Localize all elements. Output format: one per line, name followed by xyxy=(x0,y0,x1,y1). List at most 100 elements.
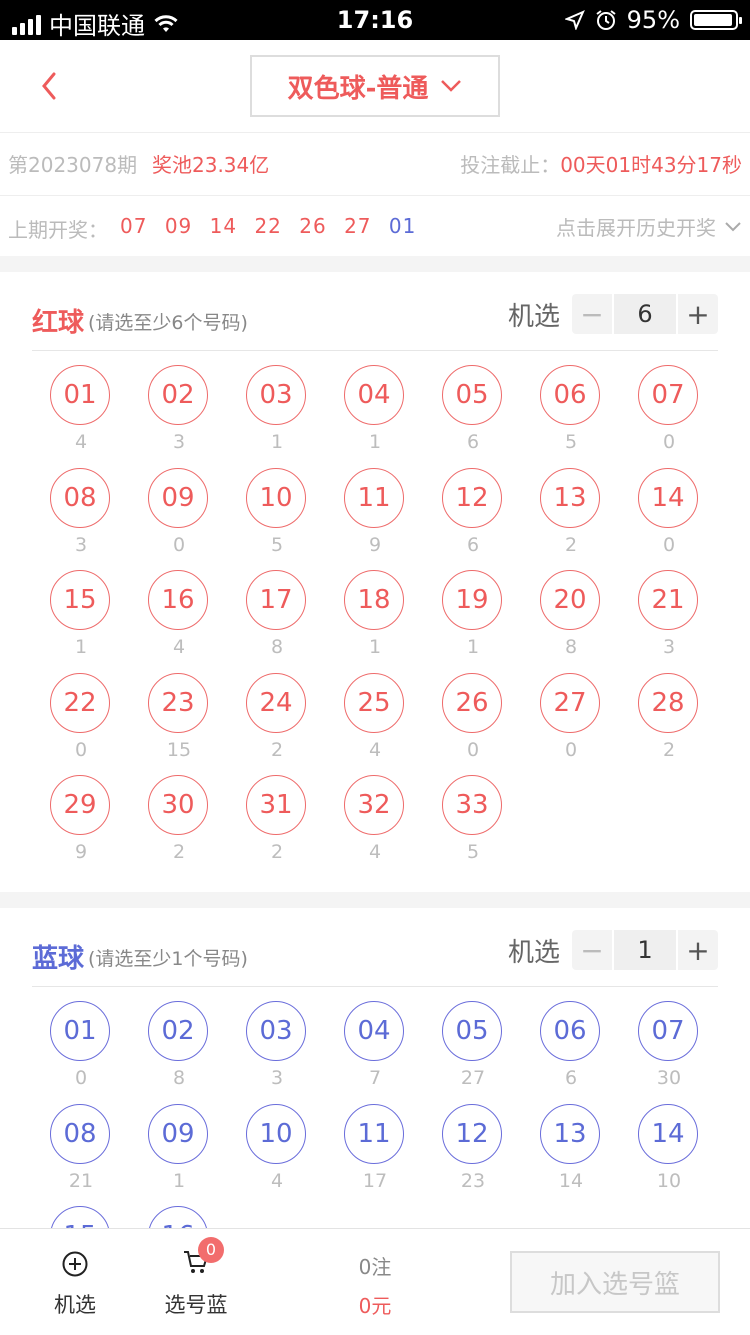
chevron-down-icon xyxy=(441,80,462,92)
red-ball[interactable]: 30 xyxy=(148,775,208,835)
blue-ball-miss-count: 17 xyxy=(362,1169,388,1192)
red-ball[interactable]: 06 xyxy=(540,365,600,425)
blue-ball[interactable]: 07 xyxy=(638,1001,698,1061)
red-ball-miss-count: 1 xyxy=(368,636,382,658)
red-ball[interactable]: 08 xyxy=(50,467,110,528)
red-ball[interactable]: 23 xyxy=(148,672,208,733)
blue-ball-miss-count: 7 xyxy=(368,1067,382,1089)
red-count-value[interactable]: 6 xyxy=(612,294,678,334)
lottery-type-selector[interactable]: 双色球-普通 xyxy=(250,55,500,117)
red-ball[interactable]: 26 xyxy=(442,672,502,733)
blue-ball[interactable]: 13 xyxy=(540,1103,600,1164)
blue-ball-miss-count: 1 xyxy=(172,1169,186,1192)
add-to-basket-button[interactable]: 加入选号篮 xyxy=(510,1251,720,1313)
plus-circle-icon xyxy=(62,1251,88,1277)
red-ball[interactable]: 15 xyxy=(50,570,110,630)
red-ball[interactable]: 14 xyxy=(638,467,698,528)
last-red-number: 27 xyxy=(344,214,372,238)
red-ball[interactable]: 09 xyxy=(148,467,208,528)
blue-ball-cell: 06 6 xyxy=(522,1001,620,1104)
red-ball-miss-count: 4 xyxy=(74,431,88,453)
blue-ball-header: 蓝球 (请选至少1个号码) 机选 − 1 + xyxy=(32,920,718,987)
blue-ball-miss-count: 4 xyxy=(270,1169,284,1192)
red-ball[interactable]: 16 xyxy=(148,570,208,630)
red-ball-cell: 31 2 xyxy=(228,775,326,878)
red-ball[interactable]: 33 xyxy=(442,775,502,835)
last-red-number: 26 xyxy=(299,214,327,238)
red-ball[interactable]: 13 xyxy=(540,467,600,528)
alarm-icon xyxy=(596,10,616,30)
blue-ball[interactable]: 05 xyxy=(442,1001,502,1061)
red-ball-cell: 07 0 xyxy=(620,365,718,468)
blue-ball[interactable]: 04 xyxy=(344,1001,404,1061)
red-ball-grid: 01 4 02 3 03 1 04 1 05 6 06 5 07 0 08 3 09 0 10 5 11 9 12 6 13 2 1… xyxy=(32,365,718,878)
red-ball[interactable]: 05 xyxy=(442,365,502,425)
basket-label: 选号蓝 xyxy=(164,1293,228,1317)
blue-ball-miss-count: 27 xyxy=(460,1067,486,1089)
deadline: 投注截止：00天01时43分17秒 xyxy=(460,149,742,178)
last-red-number: 09 xyxy=(164,214,193,238)
red-ball[interactable]: 24 xyxy=(246,672,306,733)
blue-ball-miss-count: 8 xyxy=(172,1067,186,1089)
red-ball[interactable]: 21 xyxy=(638,570,698,630)
blue-ball[interactable]: 11 xyxy=(344,1103,404,1164)
red-ball[interactable]: 12 xyxy=(442,467,502,528)
red-ball-miss-count: 1 xyxy=(466,636,480,658)
blue-ball[interactable]: 02 xyxy=(148,1001,208,1061)
blue-ball-cell: 12 23 xyxy=(424,1103,522,1207)
blue-plus-button[interactable]: + xyxy=(678,930,718,970)
red-ball-cell: 08 3 xyxy=(32,467,130,571)
expand-history-link[interactable]: 点击展开历史开奖 xyxy=(556,212,742,241)
red-ball-header: 红球 (请选至少6个号码) 机选 − 6 + xyxy=(32,284,718,351)
red-ball-cell: 18 1 xyxy=(326,570,424,673)
red-ball-cell: 10 5 xyxy=(228,467,326,571)
blue-ball[interactable]: 03 xyxy=(246,1001,306,1061)
blue-ball[interactable]: 12 xyxy=(442,1103,502,1164)
red-minus-button[interactable]: − xyxy=(572,294,612,334)
random-pick-tab[interactable]: 机选 xyxy=(46,1247,104,1319)
red-ball[interactable]: 18 xyxy=(344,570,404,630)
red-ball-miss-count: 1 xyxy=(368,431,382,453)
red-ball[interactable]: 02 xyxy=(148,365,208,425)
red-ball[interactable]: 07 xyxy=(638,365,698,425)
red-ball-miss-count: 2 xyxy=(270,738,284,761)
blue-ball[interactable]: 09 xyxy=(148,1103,208,1164)
red-ball[interactable]: 10 xyxy=(246,467,306,528)
red-ball[interactable]: 01 xyxy=(50,365,110,425)
red-ball[interactable]: 25 xyxy=(344,672,404,733)
red-ball[interactable]: 22 xyxy=(50,672,110,733)
blue-ball[interactable]: 08 xyxy=(50,1103,110,1164)
red-ball-miss-count: 0 xyxy=(564,738,578,761)
jackpot-pool: 奖池23.34亿 xyxy=(152,153,270,177)
blue-ball[interactable]: 14 xyxy=(638,1103,698,1164)
blue-ball-cell: 04 7 xyxy=(326,1001,424,1104)
blue-count-value[interactable]: 1 xyxy=(612,930,678,970)
red-ball[interactable]: 04 xyxy=(344,365,404,425)
red-ball-miss-count: 5 xyxy=(564,431,578,453)
red-ball[interactable]: 19 xyxy=(442,570,502,630)
red-ball[interactable]: 03 xyxy=(246,365,306,425)
red-ball[interactable]: 29 xyxy=(50,775,110,835)
red-ball[interactable]: 27 xyxy=(540,672,600,733)
red-ball[interactable]: 20 xyxy=(540,570,600,630)
random-pick-label: 机选 xyxy=(54,1293,96,1317)
red-ball[interactable]: 31 xyxy=(246,775,306,835)
red-ball-miss-count: 15 xyxy=(166,738,192,761)
red-ball[interactable]: 32 xyxy=(344,775,404,835)
basket-tab[interactable]: 0 选号蓝 xyxy=(160,1236,232,1319)
red-ball[interactable]: 28 xyxy=(638,672,698,733)
red-ball-miss-count: 5 xyxy=(270,533,284,556)
red-ball[interactable]: 11 xyxy=(344,467,404,528)
red-ball-cell: 15 1 xyxy=(32,570,130,673)
red-plus-button[interactable]: + xyxy=(678,294,718,334)
blue-ball[interactable]: 06 xyxy=(540,1001,600,1061)
red-ball-miss-count: 6 xyxy=(466,533,480,556)
battery-icon xyxy=(690,10,742,30)
red-ball[interactable]: 17 xyxy=(246,570,306,630)
blue-minus-button[interactable]: − xyxy=(572,930,612,970)
red-ball-cell: 13 2 xyxy=(522,467,620,571)
back-arrow-icon[interactable] xyxy=(36,66,76,106)
blue-ball[interactable]: 10 xyxy=(246,1103,306,1164)
red-ball-hint: (请选至少6个号码) xyxy=(88,312,248,334)
blue-ball[interactable]: 01 xyxy=(50,1001,110,1061)
